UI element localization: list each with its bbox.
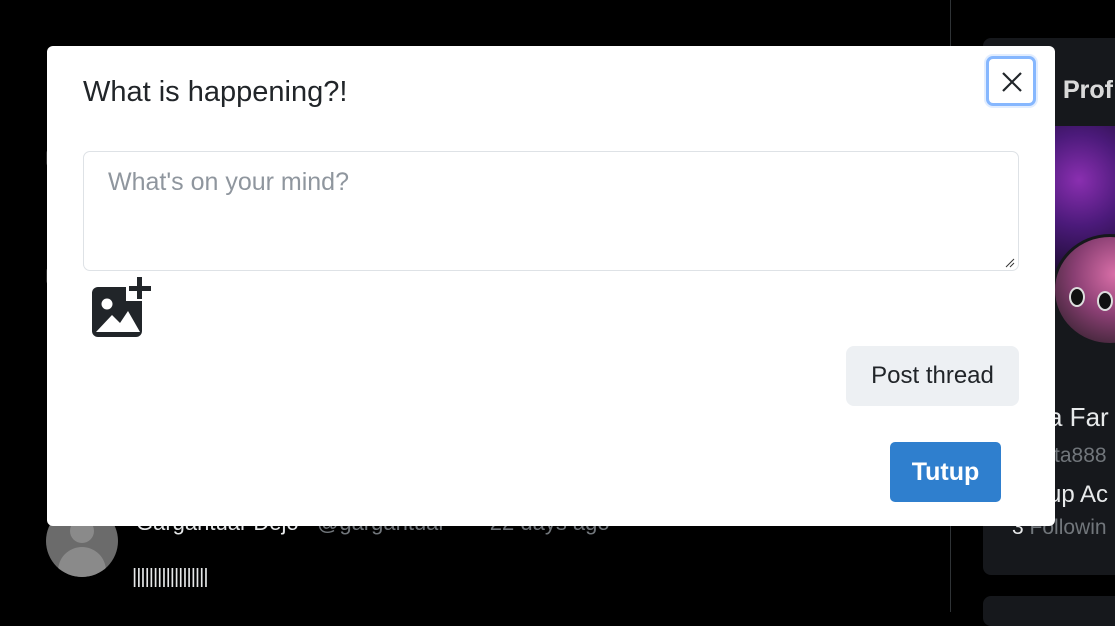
thread-input[interactable] [83,151,1019,271]
post-thread-button[interactable]: Post thread [846,346,1019,406]
avatar-eye-left [1069,287,1085,307]
avatar-body [58,547,106,577]
profile-name: a Far [1048,402,1109,432]
close-icon [1002,72,1022,92]
compose-modal: What is happening?! Post thread Tutup [47,46,1055,526]
profile-card-title-visible: Prof [1063,76,1113,104]
avatar-eye-right [1097,291,1113,311]
close-button[interactable] [986,56,1036,106]
image-add-icon[interactable] [92,277,154,339]
profile-action[interactable]: up Ac [1048,481,1108,509]
tutup-button[interactable]: Tutup [890,442,1001,502]
resize-grip-icon[interactable] [1005,258,1015,268]
secondary-card [983,596,1115,626]
modal-title: What is happening?! [83,76,348,108]
post-text: |||||||||||||||||| [132,566,209,588]
profile-handle: ta888 [1054,444,1107,467]
